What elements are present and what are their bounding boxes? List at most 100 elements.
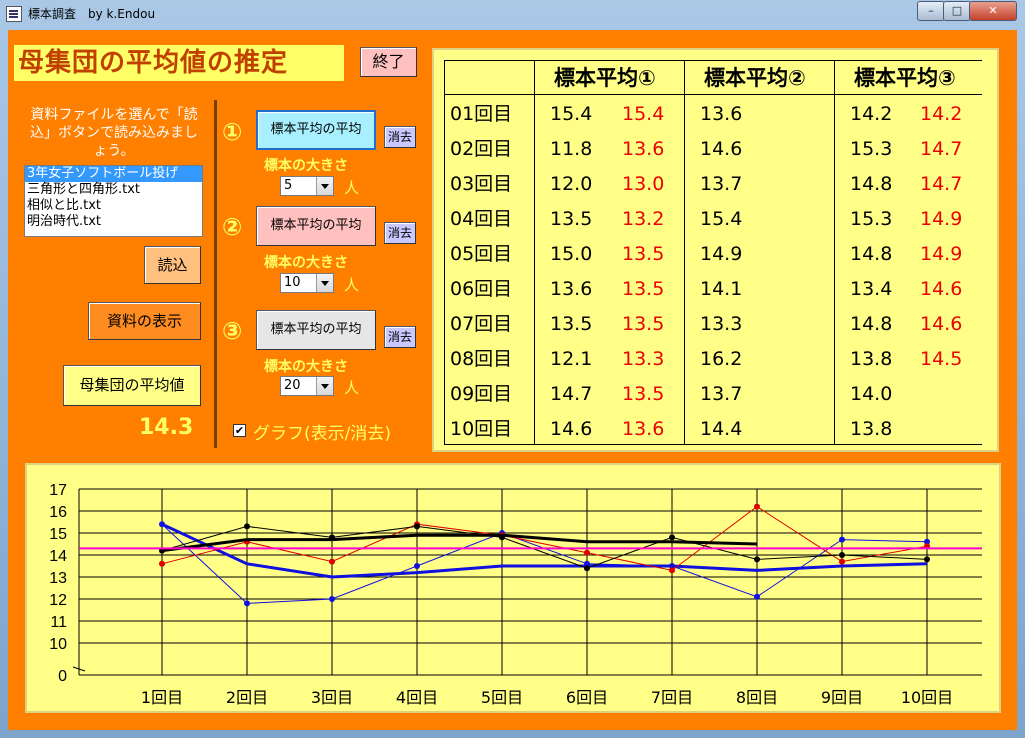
sample1-running-mean: 13.5 <box>622 313 665 335</box>
y-tick-label: 14 <box>49 548 67 565</box>
sample1-running-mean: 13.6 <box>622 418 665 440</box>
file-list-item[interactable]: 3年女子ソフトボール投げ <box>25 166 202 182</box>
sample1-value: 15.0 <box>550 243 593 265</box>
x-tick-label: 4回目 <box>396 688 438 707</box>
sample2-value: 13.7 <box>700 173 743 195</box>
sample2-value: 16.2 <box>700 348 743 370</box>
table-border <box>444 444 982 445</box>
series-line-sample1_mean <box>161 522 928 579</box>
x-tick-label: 9回目 <box>821 688 863 707</box>
sample3-value: 14.8 <box>850 243 893 265</box>
sample2-value: 14.4 <box>700 418 743 440</box>
show-data-button[interactable]: 資料の表示 <box>88 302 201 340</box>
row-label: 07回目 <box>450 313 513 335</box>
table-border <box>444 60 982 61</box>
y-tick-label: 16 <box>49 504 67 521</box>
sample-mean-button-3[interactable]: 標本平均の平均 <box>256 310 376 350</box>
sample3-running-mean: 14.7 <box>920 173 963 195</box>
file-list-item[interactable]: 三角形と四角形.txt <box>25 182 202 198</box>
sample3-value: 13.8 <box>850 418 893 440</box>
clear-button-2[interactable]: 消去 <box>384 222 416 244</box>
sample-size-select-1[interactable]: 5 <box>280 176 334 196</box>
chevron-down-icon[interactable] <box>316 377 333 395</box>
chevron-down-icon[interactable] <box>316 274 333 292</box>
population-mean-button[interactable]: 母集団の平均値 <box>63 365 201 406</box>
sample-size-label-3: 標本の大きさ <box>264 359 348 375</box>
column-header: 標本平均② <box>704 66 806 90</box>
data-point-sample2 <box>754 503 760 510</box>
clear-button-3[interactable]: 消去 <box>384 326 416 348</box>
maximize-button[interactable]: □ <box>943 1 971 21</box>
data-point-sample1 <box>329 596 335 602</box>
load-button[interactable]: 読込 <box>144 246 201 284</box>
graph-checkbox[interactable]: ✔ <box>233 424 246 437</box>
exit-button[interactable]: 終了 <box>360 47 417 77</box>
sample3-value: 13.8 <box>850 348 893 370</box>
column-header: 標本平均① <box>554 66 656 90</box>
sample3-running-mean: 14.9 <box>920 243 963 265</box>
x-tick-label: 2回目 <box>226 688 268 707</box>
row-label: 10回目 <box>450 418 513 440</box>
data-point-sample1 <box>414 563 420 569</box>
minimize-button[interactable]: – <box>917 1 945 21</box>
chart-panel: 0 10 11 12 13 14 15 16 17 1回目 2回目 3回目 4回目 5回目 6回目 7回目 8回… <box>25 463 1001 713</box>
sample1-running-mean: 13.5 <box>622 278 665 300</box>
close-button[interactable]: ✕ <box>969 1 1017 21</box>
clear-button-1[interactable]: 消去 <box>384 126 416 148</box>
row-label: 05回目 <box>450 243 513 265</box>
sample1-value: 11.8 <box>550 138 593 160</box>
sample2-value: 13.7 <box>700 383 743 405</box>
line-chart: 0 10 11 12 13 14 15 16 17 1回目 2回目 3回目 4回目 5回目 6回目 7回目 8回… <box>49 482 982 707</box>
data-point-sample1 <box>754 593 760 600</box>
x-tick-label: 3回目 <box>311 688 353 707</box>
x-tick-label: 5回目 <box>481 688 523 707</box>
sample-mean-button-1[interactable]: 標本平均の平均 <box>256 110 376 150</box>
unit-label-2: 人 <box>344 276 360 294</box>
sample2-value: 15.4 <box>700 208 743 230</box>
sample1-running-mean: 15.4 <box>622 103 665 125</box>
sample1-value: 13.5 <box>550 208 593 230</box>
chevron-down-icon[interactable] <box>316 177 333 195</box>
y-tick-label: 12 <box>49 592 67 609</box>
population-mean-value: 14.3 <box>139 415 194 440</box>
sample3-value: 14.8 <box>850 313 893 335</box>
series-line-sample1 <box>161 523 928 604</box>
sample-size-select-3[interactable]: 20 <box>280 376 334 396</box>
sample2-value: 13.3 <box>700 313 743 335</box>
app-window: 標本調査 by k.Endou – □ ✕ 母集団の平均値の推定 終了 資料ファ… <box>0 0 1025 738</box>
sample3-running-mean: 14.5 <box>920 348 963 370</box>
sample-size-select-2[interactable]: 10 <box>280 273 334 293</box>
sample-size-value-2: 10 <box>284 275 301 290</box>
y-tick-label: 13 <box>49 570 67 587</box>
sample2-value: 14.6 <box>700 138 743 160</box>
x-tick-label: 1回目 <box>141 688 183 707</box>
file-list-item[interactable]: 明治時代.txt <box>25 214 202 230</box>
sample3-value: 14.2 <box>850 103 893 125</box>
table-border <box>684 60 685 445</box>
sample1-running-mean: 13.5 <box>622 243 665 265</box>
window-title: 標本調査 by k.Endou <box>28 7 156 21</box>
sample-mean-button-2[interactable]: 標本平均の平均 <box>256 206 376 246</box>
data-point-sample3 <box>669 534 675 541</box>
page-title: 母集団の平均値の推定 <box>14 45 344 81</box>
instructions-text: 資料ファイルを選んで「読込」ボタンで読み込みましょう。 <box>30 107 198 159</box>
table-border <box>534 60 535 445</box>
sample3-running-mean: 14.9 <box>920 208 963 230</box>
sample3-running-mean: 14.7 <box>920 138 963 160</box>
vertical-divider <box>214 100 217 448</box>
unit-label-3: 人 <box>344 379 360 397</box>
row-label: 06回目 <box>450 278 513 300</box>
sample3-value: 14.0 <box>850 383 893 405</box>
sample2-value: 14.9 <box>700 243 743 265</box>
data-point-sample1 <box>839 536 845 543</box>
file-listbox[interactable]: 3年女子ソフトボール投げ 三角形と四角形.txt 相似と比.txt 明治時代.t… <box>24 165 203 237</box>
table-border <box>834 60 835 445</box>
sample1-running-mean: 13.5 <box>622 383 665 405</box>
sample2-value: 14.1 <box>700 278 743 300</box>
sample2-value: 13.6 <box>700 103 743 125</box>
graph-checkbox-label[interactable]: グラフ(表示/消去) <box>253 419 391 444</box>
file-list-item[interactable]: 相似と比.txt <box>25 198 202 214</box>
data-point-sample2 <box>839 558 845 565</box>
y-tick-label: 0 <box>58 668 67 685</box>
sample-size-value-3: 20 <box>284 378 301 393</box>
